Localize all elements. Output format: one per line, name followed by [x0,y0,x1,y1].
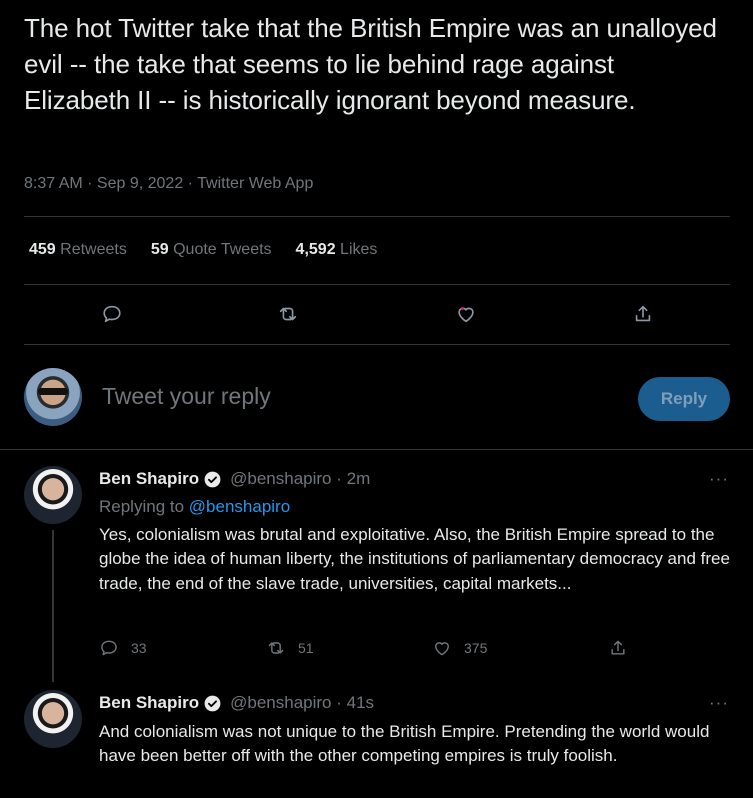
tweet-stats: 459 Retweets 59 Quote Tweets 4,592 Likes [29,241,377,259]
tweet-actions [24,296,730,332]
reply-composer: Reply [24,366,730,430]
verified-badge-icon [204,695,221,711]
reply-reply-button[interactable]: 33 [99,638,147,658]
more-options-icon[interactable]: ··· [709,469,729,489]
quotes-label: Quote Tweets [173,241,272,258]
author-handle[interactable]: @benshapiro · 41s [230,693,374,713]
reply-share-button[interactable] [608,638,628,658]
quote-tweets-stat[interactable]: 59 Quote Tweets [151,241,272,259]
replying-to-label: Replying to [99,497,185,516]
tweet-timestamp[interactable]: 8:37 AM · Sep 9, 2022 · Twitter Web App [24,175,313,193]
retweets-stat[interactable]: 459 Retweets [29,241,127,259]
likes-stat[interactable]: 4,592 Likes [296,241,378,259]
reply-count: 33 [131,640,147,656]
reply-like-button[interactable]: 375 [432,638,487,658]
like-icon [435,642,449,656]
divider [24,284,730,285]
author-name[interactable]: Ben Shapiro [99,469,199,489]
retweet-icon [268,642,284,654]
like-button[interactable] [448,296,484,332]
divider [24,216,730,217]
reply-header: Ben Shapiro @benshapiro · 41s [99,693,374,713]
main-tweet: The hot Twitter take that the British Em… [24,10,724,118]
share-icon [611,640,625,655]
divider [24,344,730,345]
author-name[interactable]: Ben Shapiro [99,693,199,713]
like-count: 375 [464,640,488,656]
reply-submit-button[interactable]: Reply [638,377,730,421]
replying-to: Replying to @benshapiro [99,497,290,517]
author-handle[interactable]: @benshapiro · 2m [230,469,370,489]
divider [0,449,753,450]
reply-button[interactable] [94,296,130,332]
quotes-count: 59 [150,241,169,258]
share-icon [635,305,651,322]
share-button[interactable] [625,296,661,332]
tweet-text: The hot Twitter take that the British Em… [24,13,717,115]
reply-text: And colonialism was not unique to the Br… [99,722,710,766]
avatar[interactable] [24,690,82,748]
retweet-count: 51 [298,640,314,656]
replying-to-handle[interactable]: @benshapiro [189,497,290,516]
retweet-icon [279,307,297,321]
retweet-button[interactable] [270,296,306,332]
like-icon [458,307,474,323]
likes-label: Likes [340,241,378,258]
avatar[interactable] [24,466,82,524]
verified-badge-icon [204,471,221,487]
thread-line [52,530,54,682]
reply-input[interactable] [102,383,582,410]
retweets-count: 459 [29,241,56,258]
reply-header: Ben Shapiro @benshapiro · 2m [99,469,370,489]
likes-count: 4,592 [295,241,336,258]
reply-icon [101,640,117,656]
reply-retweet-button[interactable]: 51 [266,638,314,658]
reply-text: Yes, colonialism was brutal and exploita… [99,525,730,593]
more-options-icon[interactable]: ··· [709,693,729,713]
reply-icon [103,305,121,323]
avatar[interactable] [24,368,82,426]
retweets-label: Retweets [60,241,127,258]
reply-actions: 33 51 375 [99,638,639,662]
